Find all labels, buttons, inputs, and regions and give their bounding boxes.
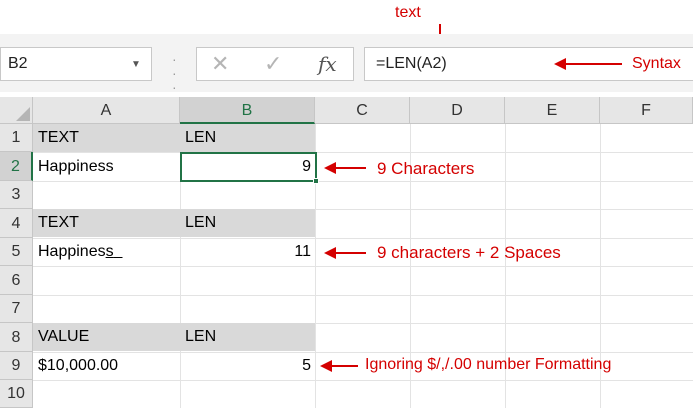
- row-header-8[interactable]: 8: [0, 323, 33, 352]
- cell-b9[interactable]: 5: [180, 357, 311, 375]
- name-box-value: B2: [8, 55, 28, 72]
- row-header-4[interactable]: 4: [0, 209, 33, 238]
- active-cell-border: [180, 152, 317, 182]
- annotation-row9: Ignoring $/,/.00 number Formatting: [365, 356, 612, 373]
- fill-handle[interactable]: [313, 178, 319, 184]
- gridline: [33, 152, 693, 153]
- column-header-d[interactable]: D: [410, 97, 505, 124]
- cell-a5-spaces: [114, 243, 123, 260]
- annotation-syntax-label: Syntax: [632, 55, 681, 72]
- formula-text: =LEN(A2): [376, 55, 447, 72]
- gridline: [33, 295, 693, 296]
- gridline: [33, 266, 693, 267]
- cancel-icon[interactable]: ✕: [211, 51, 229, 77]
- insert-function-icon[interactable]: fx: [318, 52, 337, 76]
- cell-a2[interactable]: Happiness: [38, 158, 114, 176]
- row-header-2[interactable]: 2: [0, 152, 33, 181]
- cell-b8[interactable]: LEN: [185, 328, 216, 346]
- row-header-5[interactable]: 5: [0, 238, 33, 266]
- splitter-dots-icon[interactable]: · · ·: [172, 52, 177, 94]
- annotation-arrow-left: [324, 162, 366, 174]
- column-header-c[interactable]: C: [315, 97, 410, 124]
- cell-a5-text: Happines: [38, 243, 106, 260]
- row-header-1[interactable]: 1: [0, 124, 33, 152]
- column-header-e[interactable]: E: [505, 97, 600, 124]
- enter-check-icon[interactable]: ✓: [264, 51, 282, 77]
- annotation-row5: 9 characters + 2 Spaces: [377, 243, 561, 262]
- row-header-7[interactable]: 7: [0, 295, 33, 323]
- row-header-6[interactable]: 6: [0, 266, 33, 295]
- cell-b1[interactable]: LEN: [185, 129, 216, 147]
- annotation-row2: 9 Characters: [377, 159, 475, 178]
- annotation-arrow-left: [554, 58, 622, 70]
- row-header-3[interactable]: 3: [0, 181, 33, 209]
- gridline: [33, 380, 693, 381]
- annotation-arrow-left: [320, 360, 358, 372]
- chevron-down-icon[interactable]: ▼: [131, 59, 141, 70]
- row-header-10[interactable]: 10: [0, 380, 33, 408]
- column-header-b[interactable]: B: [180, 97, 315, 124]
- cell-b5[interactable]: 11: [180, 243, 311, 261]
- cell-a5-last-letter: s: [105, 243, 114, 260]
- cell-a5[interactable]: Happiness: [38, 243, 123, 261]
- cell-b4[interactable]: LEN: [185, 214, 216, 232]
- annotation-arrow-left: [324, 247, 366, 259]
- cell-a4[interactable]: TEXT: [38, 214, 79, 232]
- cell-a8[interactable]: VALUE: [38, 328, 89, 346]
- gridline: [33, 181, 693, 182]
- cell-a1[interactable]: TEXT: [38, 129, 79, 147]
- gridline: [33, 352, 693, 353]
- annotation-text-label: text: [395, 4, 421, 21]
- select-all-corner[interactable]: [0, 97, 33, 124]
- gridline: [33, 238, 693, 239]
- cell-a9[interactable]: $10,000.00: [38, 357, 118, 375]
- column-header-a[interactable]: A: [33, 97, 180, 124]
- column-header-f[interactable]: F: [600, 97, 693, 124]
- row-header-9[interactable]: 9: [0, 352, 33, 380]
- cell-a5-underlined-end: s: [106, 243, 123, 260]
